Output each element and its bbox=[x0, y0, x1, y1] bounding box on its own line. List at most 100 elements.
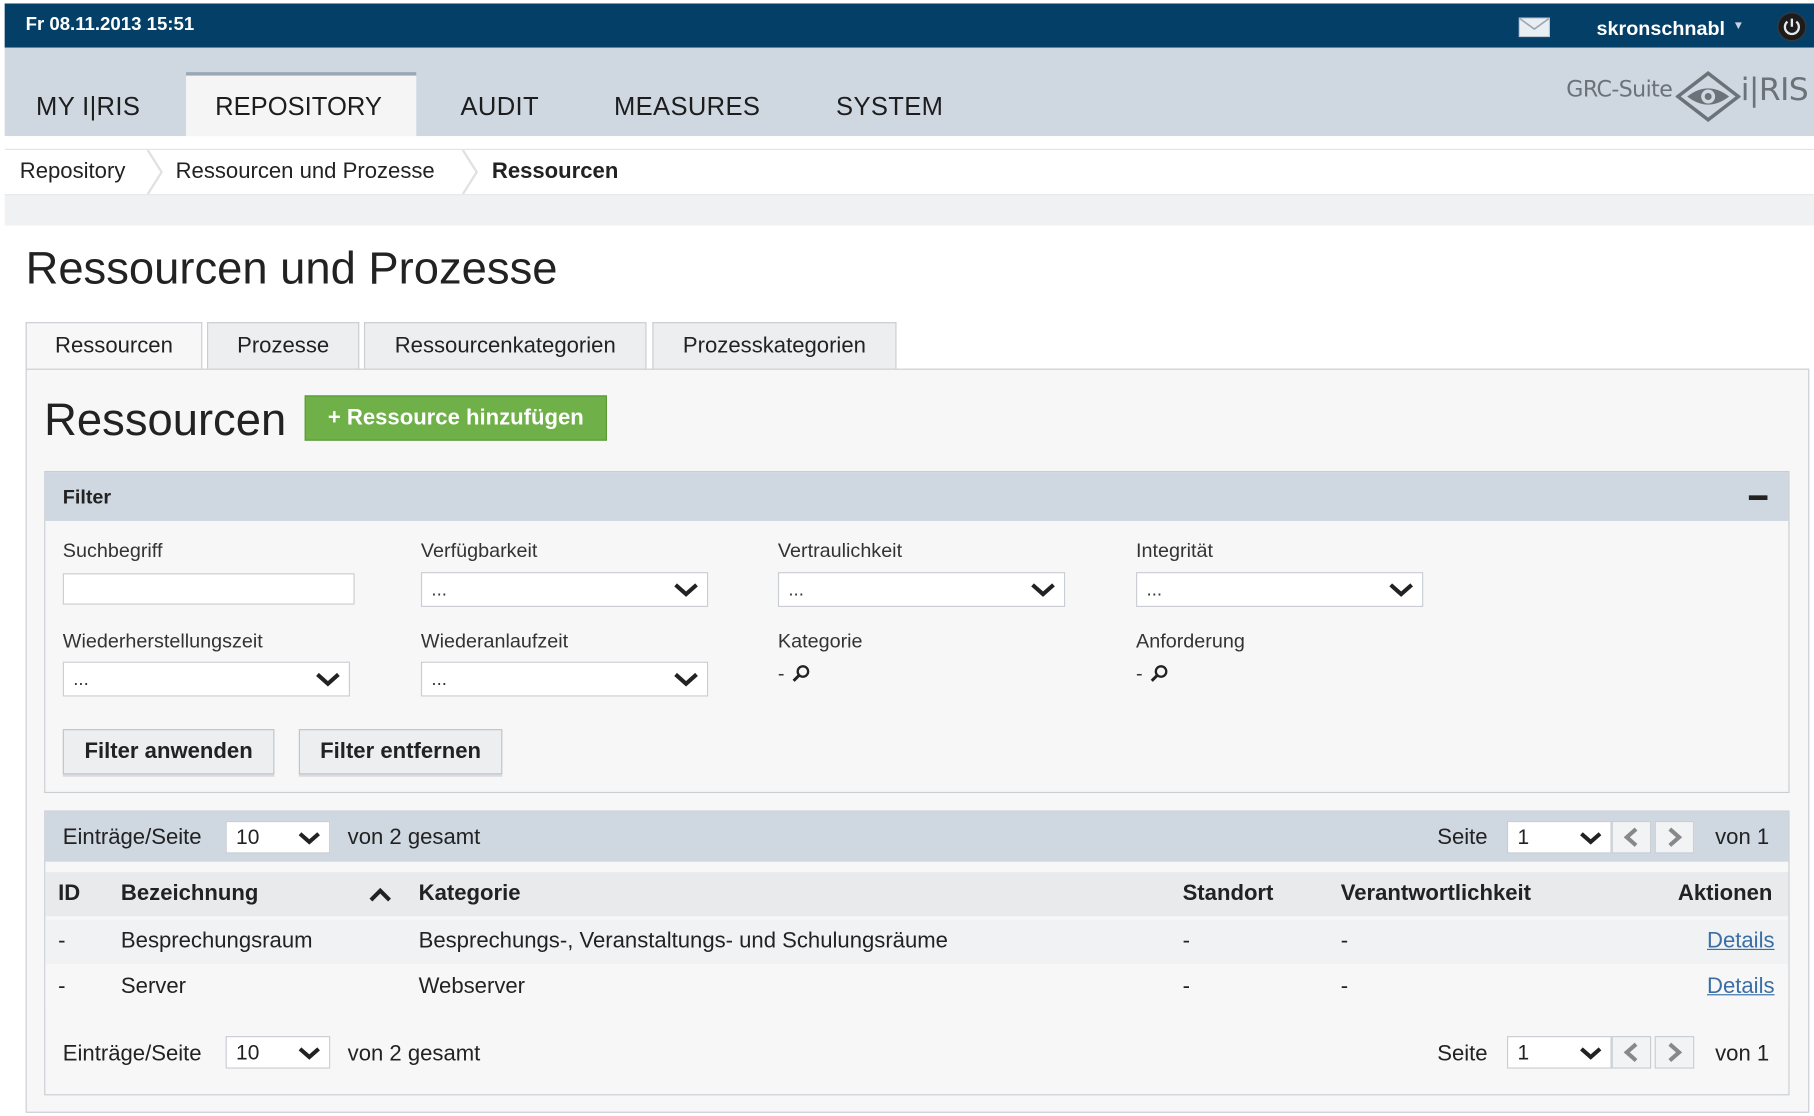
chevron-down-icon[interactable]: ▼ bbox=[1733, 20, 1745, 33]
column-header-verantwortlichkeit[interactable]: Verantwortlichkeit bbox=[1341, 881, 1531, 907]
search-icon[interactable] bbox=[1150, 664, 1169, 683]
entries-per-page-value: 10 bbox=[236, 1040, 260, 1064]
add-resource-button[interactable]: + Ressource hinzufügen bbox=[304, 395, 607, 441]
grc-suite-logo: GRC-Suite i|RIS bbox=[1564, 71, 1814, 129]
logo-suite-text: GRC-Suite bbox=[1566, 76, 1673, 103]
top-bar: Fr 08.11.2013 15:51 skronschnabl ▼ bbox=[4, 3, 1814, 48]
prev-page-button[interactable] bbox=[1611, 1036, 1652, 1069]
column-header-bezeichnung[interactable]: Bezeichnung bbox=[121, 881, 258, 907]
column-header-standort[interactable]: Standort bbox=[1183, 881, 1274, 907]
tab-prozesse[interactable]: Prozesse bbox=[206, 322, 360, 370]
vertraulichkeit-value: ... bbox=[788, 580, 804, 601]
chevron-down-icon bbox=[298, 1047, 320, 1060]
chevron-down-icon bbox=[674, 672, 698, 687]
kategorie-value: - bbox=[777, 662, 785, 685]
nav-measures[interactable]: MEASURES bbox=[614, 92, 760, 122]
integritaet-label: Integrität bbox=[1136, 539, 1213, 562]
chevron-down-icon bbox=[1580, 832, 1602, 845]
entries-per-page-select[interactable]: 10 bbox=[225, 1036, 331, 1069]
breadcrumb-ressourcen-und-prozesse[interactable]: Ressourcen und Prozesse bbox=[176, 159, 435, 185]
verfuegbarkeit-label: Verfügbarkeit bbox=[420, 539, 538, 562]
page-select[interactable]: 1 bbox=[1506, 1036, 1612, 1069]
breadcrumb-separator bbox=[146, 150, 164, 195]
integritaet-select[interactable]: ... bbox=[1136, 572, 1424, 607]
nav-audit[interactable]: AUDIT bbox=[460, 92, 538, 122]
integritaet-value: ... bbox=[1146, 580, 1163, 601]
details-link[interactable]: Details bbox=[1707, 974, 1775, 1000]
wiederherstellungszeit-value: ... bbox=[73, 669, 89, 690]
entries-per-page-value: 10 bbox=[236, 825, 260, 849]
next-page-button[interactable] bbox=[1654, 1036, 1695, 1069]
tab-ressourcenkategorien[interactable]: Ressourcenkategorien bbox=[363, 322, 647, 370]
verfuegbarkeit-select[interactable]: ... bbox=[420, 572, 709, 607]
entries-per-page-label: Einträge/Seite bbox=[62, 825, 202, 851]
chevron-left-icon bbox=[1623, 1042, 1638, 1063]
collapse-icon[interactable] bbox=[1748, 495, 1768, 501]
filter-header[interactable]: Filter bbox=[45, 472, 1789, 521]
sort-ascending-icon[interactable] bbox=[369, 886, 392, 902]
page-label: Seite bbox=[1437, 825, 1488, 851]
apply-filter-button[interactable]: Filter anwenden bbox=[62, 729, 275, 775]
tab-ressourcen[interactable]: Ressourcen bbox=[25, 322, 203, 371]
column-header-aktionen: Aktionen bbox=[1677, 881, 1773, 906]
main-nav: MY I|RIS REPOSITORY AUDIT MEASURES SYSTE… bbox=[4, 47, 1814, 137]
page-select[interactable]: 1 bbox=[1506, 820, 1612, 854]
details-link[interactable]: Details bbox=[1707, 929, 1775, 955]
filter-title: Filter bbox=[62, 486, 112, 509]
page-count: von 1 bbox=[1715, 1041, 1770, 1067]
mail-icon[interactable] bbox=[1518, 17, 1551, 38]
cell-bezeichnung: Server bbox=[120, 974, 187, 999]
wiederanlaufzeit-label: Wiederanlaufzeit bbox=[420, 630, 569, 653]
filter-panel: Filter Suchbegriff Verfügbarkeit ... Ver… bbox=[44, 470, 1790, 794]
anforderung-label: Anforderung bbox=[1136, 630, 1245, 653]
results-table-panel: Einträge/Seite 10 von 2 gesamt Seite 1 v… bbox=[44, 810, 1790, 1096]
chevron-right-icon bbox=[1668, 1042, 1683, 1063]
logo-brand-text: i|RIS bbox=[1740, 72, 1809, 109]
search-icon[interactable] bbox=[791, 664, 810, 683]
table-row: - Besprechungsraum Besprechungs-, Verans… bbox=[45, 919, 1789, 964]
total-count: von 2 gesamt bbox=[347, 1041, 481, 1067]
datetime: Fr 08.11.2013 15:51 bbox=[25, 15, 195, 35]
eye-logo-icon bbox=[1675, 71, 1741, 122]
column-header-kategorie[interactable]: Kategorie bbox=[419, 881, 521, 907]
divider-strip bbox=[4, 195, 1814, 226]
wiederanlaufzeit-value: ... bbox=[431, 669, 447, 690]
chevron-down-icon bbox=[298, 832, 320, 845]
nav-system[interactable]: SYSTEM bbox=[836, 92, 943, 122]
nav-repository[interactable]: REPOSITORY bbox=[186, 72, 417, 137]
cell-verantwortlichkeit: - bbox=[1340, 974, 1349, 999]
page-value: 1 bbox=[1517, 825, 1530, 849]
page-count: von 1 bbox=[1715, 825, 1770, 851]
wiederanlaufzeit-select[interactable]: ... bbox=[420, 661, 709, 697]
prev-page-button[interactable] bbox=[1611, 820, 1652, 854]
cell-standort: - bbox=[1182, 929, 1190, 954]
cell-kategorie: Besprechungs-, Veranstaltungs- und Schul… bbox=[418, 929, 948, 954]
page-title: Ressourcen und Prozesse bbox=[25, 244, 558, 295]
remove-filter-button[interactable]: Filter entfernen bbox=[298, 729, 503, 775]
anforderung-value: - bbox=[1136, 662, 1143, 685]
entries-per-page-label: Einträge/Seite bbox=[62, 1041, 202, 1067]
vertraulichkeit-select[interactable]: ... bbox=[777, 572, 1066, 607]
table-row: - Server Webserver - - Details bbox=[45, 965, 1789, 1010]
power-icon[interactable] bbox=[1777, 12, 1807, 42]
chevron-down-icon bbox=[674, 583, 698, 597]
breadcrumb-repository[interactable]: Repository bbox=[20, 159, 126, 185]
chevron-left-icon bbox=[1623, 827, 1638, 847]
suchbegriff-input[interactable] bbox=[62, 573, 355, 605]
tab-prozesskategorien[interactable]: Prozesskategorien bbox=[652, 322, 897, 370]
chevron-right-icon bbox=[1668, 827, 1683, 847]
breadcrumb-separator bbox=[461, 150, 479, 195]
next-page-button[interactable] bbox=[1654, 820, 1695, 854]
cell-standort: - bbox=[1182, 974, 1190, 999]
entries-per-page-select[interactable]: 10 bbox=[225, 820, 331, 854]
cell-verantwortlichkeit: - bbox=[1340, 929, 1349, 954]
column-header-id[interactable]: ID bbox=[58, 881, 80, 907]
wiederherstellungszeit-select[interactable]: ... bbox=[62, 661, 351, 697]
nav-repository-label: REPOSITORY bbox=[215, 91, 382, 121]
total-count: von 2 gesamt bbox=[347, 825, 481, 851]
table-header: ID Bezeichnung Kategorie Standort Verant… bbox=[45, 872, 1789, 917]
chevron-down-icon bbox=[1389, 583, 1413, 597]
nav-my-iris[interactable]: MY I|RIS bbox=[36, 92, 140, 122]
section-title: Ressourcen bbox=[44, 395, 287, 446]
user-menu[interactable]: skronschnabl bbox=[1597, 17, 1726, 40]
